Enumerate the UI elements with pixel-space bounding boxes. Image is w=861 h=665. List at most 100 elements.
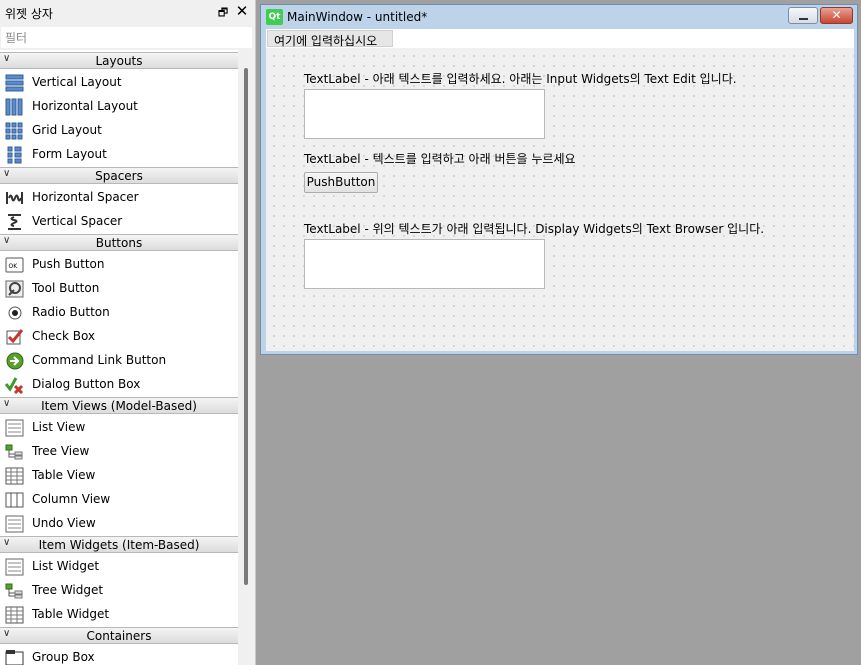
radio-button-icon	[5, 304, 24, 322]
widget-item-label: Tool Button	[32, 281, 100, 295]
command-link-icon	[5, 352, 24, 370]
category-label: Item Widgets (Item-Based)	[38, 538, 200, 552]
menu-item-type-here[interactable]: 여기에 입력하십시오	[267, 30, 393, 48]
filter-input[interactable]	[1, 27, 252, 48]
dock-title-bar[interactable]: 위젯 상자 🗗 ✕	[0, 0, 256, 26]
text-browser[interactable]	[304, 239, 545, 289]
category-label: Layouts	[95, 54, 143, 68]
widget-box-dock: 위젯 상자 🗗 ✕ ∨Layouts Vertical Layout Horizon…	[0, 0, 256, 665]
vertical-layout-icon	[5, 74, 24, 92]
widget-item-label: Tree Widget	[32, 583, 104, 597]
widget-item-label: Horizontal Layout	[32, 99, 138, 113]
horizontal-layout-icon	[5, 98, 24, 116]
widget-item-label: Table Widget	[32, 607, 110, 621]
category-label: Containers	[86, 629, 152, 643]
check-box-icon	[5, 328, 24, 346]
widget-item[interactable]: Horizontal Spacer	[0, 186, 238, 210]
grid-layout-icon	[5, 122, 24, 140]
widget-item-label: Dialog Button Box	[32, 377, 141, 391]
widget-item-label: Undo View	[32, 516, 96, 530]
widget-item-label: Push Button	[32, 257, 105, 271]
push-button[interactable]: PushButton	[304, 172, 378, 193]
widget-item[interactable]: Vertical Spacer	[0, 210, 238, 234]
list-widget-icon	[5, 558, 24, 576]
table-widget-icon	[5, 606, 24, 624]
form-canvas[interactable]: TextLabel - 아래 텍스트를 입력하세요. 아래는 Input Wid…	[266, 48, 854, 351]
close-icon[interactable]: ✕	[235, 2, 249, 20]
widget-item[interactable]: Grid Layout	[0, 119, 238, 143]
widget-item[interactable]: Vertical Layout	[0, 71, 238, 95]
dialog-button-box-icon	[4, 376, 24, 395]
category-header[interactable]: ∨ Layouts	[0, 52, 238, 69]
widget-item[interactable]: Tool Button	[0, 277, 238, 301]
widget-item-label: Tree View	[32, 444, 90, 458]
widget-item-label: Check Box	[32, 329, 96, 343]
form-main-window: Qt MainWindow - untitled* ✕ 여기에 입력하십시오 T…	[260, 4, 858, 355]
widget-item[interactable]: Table View	[0, 464, 238, 488]
category-label: Item Views (Model-Based)	[41, 399, 197, 413]
widget-item-label: Vertical Layout	[32, 75, 122, 89]
text-edit[interactable]	[304, 89, 545, 139]
float-icon[interactable]: 🗗	[216, 4, 230, 20]
minimize-button[interactable]	[788, 7, 818, 24]
widget-item-label: Radio Button	[32, 305, 110, 319]
widget-item-label: List Widget	[32, 559, 100, 573]
widget-item-label: List View	[32, 420, 86, 434]
text-label-1[interactable]: TextLabel - 아래 텍스트를 입력하세요. 아래는 Input Wid…	[304, 70, 737, 87]
widget-tree-scrollbar[interactable]	[239, 50, 255, 665]
horizontal-spacer-icon	[5, 189, 24, 207]
svg-text:OK: OK	[9, 263, 19, 270]
close-button[interactable]: ✕	[820, 7, 853, 24]
undo-view-icon	[5, 515, 24, 533]
widget-item-label: Table View	[32, 468, 96, 482]
widget-item-label: Group Box	[32, 650, 95, 664]
widget-item[interactable]: List Widget	[0, 555, 238, 579]
vertical-spacer-icon	[5, 213, 24, 231]
widget-item-label: Vertical Spacer	[32, 214, 123, 228]
scrollbar-thumb[interactable]	[244, 68, 248, 585]
form-layout-icon	[5, 146, 24, 164]
widget-item-label: Column View	[32, 492, 111, 506]
widget-item[interactable]: Check Box	[0, 325, 238, 349]
category-header[interactable]: ∨ Spacers	[0, 167, 238, 184]
tool-button-icon	[5, 280, 24, 298]
category-header[interactable]: ∨ Containers	[0, 627, 238, 644]
widget-item[interactable]: Horizontal Layout	[0, 95, 238, 119]
category-label: Buttons	[95, 236, 143, 250]
list-view-icon	[5, 419, 24, 437]
category-header[interactable]: ∨ Buttons	[0, 234, 238, 251]
category-header[interactable]: ∨ Item Widgets (Item-Based)	[0, 536, 238, 553]
widget-item[interactable]: Tree View	[0, 440, 238, 464]
widget-item-label: Grid Layout	[32, 123, 102, 137]
form-window-title: MainWindow - untitled*	[287, 10, 428, 24]
table-view-icon	[5, 467, 24, 485]
widget-item-label: Form Layout	[32, 147, 107, 161]
widget-item[interactable]: Radio Button	[0, 301, 238, 325]
widget-item[interactable]: Tree Widget	[0, 579, 238, 603]
widget-item[interactable]: List View	[0, 416, 238, 440]
dock-title: 위젯 상자	[5, 7, 53, 21]
widget-item[interactable]: Column View	[0, 488, 238, 512]
menu-bar: 여기에 입력하십시오	[266, 29, 854, 48]
widget-item[interactable]: Form Layout	[0, 143, 238, 167]
tree-widget-icon	[5, 582, 24, 600]
widget-item[interactable]: Table Widget	[0, 603, 238, 627]
widget-item-label: Horizontal Spacer	[32, 190, 139, 204]
tree-view-icon	[5, 443, 24, 461]
column-view-icon	[5, 491, 24, 509]
category-header[interactable]: ∨ Item Views (Model-Based)	[0, 397, 238, 414]
menu-item-label: 여기에 입력하십시오	[274, 34, 378, 48]
widget-item[interactable]: OK Push Button	[0, 253, 238, 277]
widget-item[interactable]: Group Box	[0, 646, 238, 665]
widget-tree: ∨ Layouts Vertical Layout Horizontal Layout…	[0, 50, 238, 665]
widget-item-label: Command Link Button	[32, 353, 167, 367]
qt-logo-icon: Qt	[266, 9, 283, 25]
widget-item[interactable]: Undo View	[0, 512, 238, 536]
text-label-3[interactable]: TextLabel - 위의 텍스트가 아래 입력됩니다. Display Wi…	[304, 220, 764, 237]
widget-item[interactable]: Command Link Button	[0, 349, 238, 373]
form-title-bar[interactable]: Qt MainWindow - untitled* ✕	[261, 5, 857, 29]
push-button-icon: OK	[5, 256, 24, 274]
text-label-2[interactable]: TextLabel - 텍스트를 입력하고 아래 버튼을 누르세요	[304, 150, 576, 167]
widget-item[interactable]: Dialog Button Box	[0, 373, 238, 397]
category-label: Spacers	[95, 169, 143, 183]
